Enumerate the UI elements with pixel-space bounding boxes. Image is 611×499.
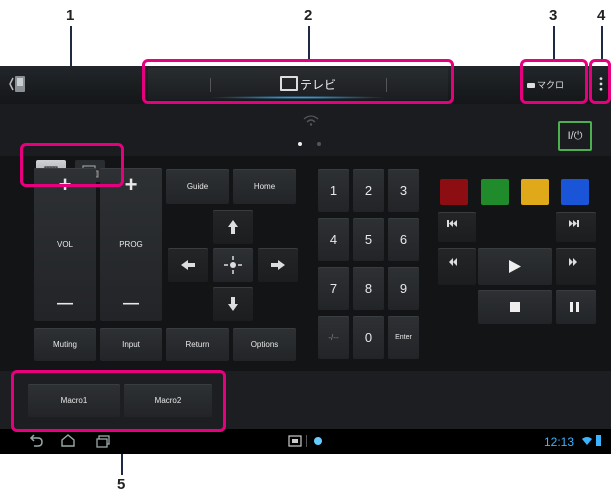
- dpad-left[interactable]: [168, 248, 208, 282]
- program-rocker[interactable]: + PROG —: [100, 168, 162, 321]
- callout-line-3: [553, 26, 555, 59]
- volume-down-icon: —: [57, 295, 73, 312]
- skip-back-icon: [447, 220, 457, 227]
- status-clock: 12:13: [544, 435, 575, 449]
- num-key-5[interactable]: 5: [353, 218, 384, 261]
- callout-2: 2: [304, 7, 313, 24]
- wifi-icon: [303, 115, 319, 126]
- callout-4: 4: [597, 7, 606, 24]
- green-button[interactable]: [481, 179, 509, 205]
- play-button[interactable]: [478, 248, 552, 285]
- callout-5: 5: [117, 476, 126, 493]
- arrow-left-icon: [181, 260, 195, 270]
- callout-1: 1: [66, 7, 75, 24]
- num-key-enter[interactable]: Enter: [388, 316, 419, 359]
- home-button[interactable]: Home: [233, 169, 296, 204]
- fast-forward-icon: [569, 258, 577, 266]
- dpad-center[interactable]: [213, 248, 253, 282]
- prev-track-button[interactable]: [438, 212, 476, 242]
- highlight-overflow-menu: [589, 59, 611, 104]
- arrow-down-icon: [228, 297, 238, 311]
- num-key-1[interactable]: 1: [318, 169, 349, 212]
- program-down-icon: —: [123, 295, 139, 312]
- play-icon: [509, 260, 521, 273]
- app-notification-icon: [314, 437, 322, 445]
- num-key-8[interactable]: 8: [353, 267, 384, 310]
- highlight-title-bar: [142, 59, 454, 104]
- stop-button[interactable]: [478, 290, 552, 324]
- num-key-4[interactable]: 4: [318, 218, 349, 261]
- power-button[interactable]: I/⏻: [558, 121, 592, 151]
- rewind-button[interactable]: [438, 248, 476, 285]
- num-key-dash[interactable]: -/--: [318, 316, 349, 359]
- dpad-right[interactable]: [258, 248, 298, 282]
- volume-rocker[interactable]: + VOL —: [34, 168, 96, 321]
- num-key-2[interactable]: 2: [353, 169, 384, 212]
- screenshot-icon[interactable]: [288, 435, 302, 447]
- battery-icon: [596, 435, 601, 446]
- arrow-right-icon: [271, 260, 285, 270]
- next-track-button[interactable]: [556, 212, 596, 242]
- highlight-macro-area: [11, 370, 226, 432]
- dpad-down[interactable]: [213, 287, 253, 321]
- crosshair-icon: [224, 256, 242, 274]
- return-button[interactable]: Return: [166, 328, 229, 361]
- num-key-3[interactable]: 3: [388, 169, 419, 212]
- skip-forward-icon: [569, 220, 579, 227]
- callout-line-2: [308, 26, 310, 59]
- num-key-0[interactable]: 0: [353, 316, 384, 359]
- guide-button[interactable]: Guide: [166, 169, 229, 204]
- options-button[interactable]: Options: [233, 328, 296, 361]
- highlight-mode-buttons: [20, 143, 124, 187]
- pause-icon: [570, 302, 579, 312]
- page-indicator-inactive: [317, 142, 321, 146]
- wifi-signal-icon: [582, 437, 592, 445]
- nav-separator: [306, 435, 307, 447]
- pause-button[interactable]: [556, 290, 596, 324]
- red-button[interactable]: [440, 179, 468, 205]
- program-label: PROG: [119, 240, 143, 249]
- back-icon[interactable]: [28, 434, 44, 448]
- fast-forward-button[interactable]: [556, 248, 596, 285]
- dpad-up[interactable]: [213, 210, 253, 244]
- app-back-icon[interactable]: [8, 72, 26, 96]
- num-key-9[interactable]: 9: [388, 267, 419, 310]
- page-indicator-active: [298, 142, 302, 146]
- stop-icon: [510, 302, 520, 312]
- muting-button[interactable]: Muting: [34, 328, 96, 361]
- blue-button[interactable]: [561, 179, 589, 205]
- highlight-macro-indicator: [520, 59, 588, 104]
- callout-line-4: [601, 26, 603, 59]
- system-nav-bar: 12:13: [0, 429, 611, 454]
- home-icon[interactable]: [60, 433, 76, 447]
- num-key-6[interactable]: 6: [388, 218, 419, 261]
- recent-apps-icon[interactable]: [95, 434, 111, 448]
- volume-label: VOL: [56, 240, 73, 249]
- arrow-up-icon: [228, 220, 238, 234]
- yellow-button[interactable]: [521, 179, 549, 205]
- input-button[interactable]: Input: [100, 328, 162, 361]
- num-key-7[interactable]: 7: [318, 267, 349, 310]
- rewind-icon: [449, 258, 457, 266]
- callout-3: 3: [549, 7, 558, 24]
